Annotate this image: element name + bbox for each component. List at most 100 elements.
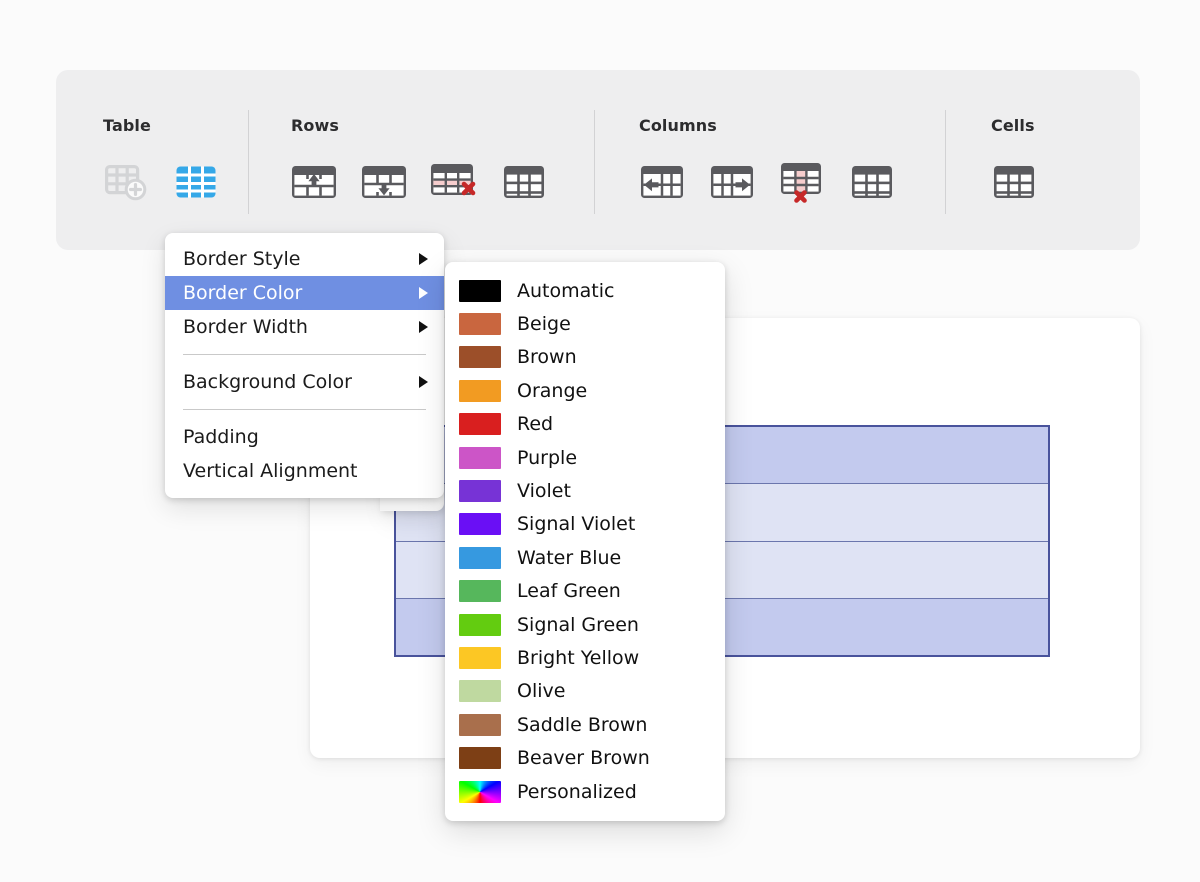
insert-column-before-button[interactable] <box>639 163 685 201</box>
color-swatch-icon <box>459 646 501 669</box>
color-item-signal-green[interactable]: Signal Green <box>445 608 725 641</box>
color-item-label: Brown <box>517 346 577 369</box>
merge-cells-icon <box>992 162 1036 202</box>
color-item-label: Purple <box>517 446 578 469</box>
color-swatch-icon <box>459 546 501 569</box>
color-item-label: Beige <box>517 313 571 336</box>
color-swatch-icon <box>459 613 501 636</box>
color-item-label: Red <box>517 413 554 436</box>
color-item-label: Beaver Brown <box>517 747 650 770</box>
color-swatch-icon <box>459 513 501 536</box>
toolbar-group-cells: Cells <box>946 70 1136 250</box>
color-item-label: Leaf Green <box>517 580 621 603</box>
insert-row-below-icon <box>360 162 408 202</box>
color-item-leaf-green[interactable]: Leaf Green <box>445 575 725 608</box>
insert-column-before-icon <box>638 162 686 202</box>
color-item-violet[interactable]: Violet <box>445 474 725 507</box>
color-item-olive[interactable]: Olive <box>445 675 725 708</box>
menu-item-background-color[interactable]: Background Color <box>165 365 444 399</box>
delete-row-icon <box>429 161 479 203</box>
color-item-purple[interactable]: Purple <box>445 441 725 474</box>
color-item-beaver-brown[interactable]: Beaver Brown <box>445 741 725 774</box>
insert-column-after-icon <box>708 162 756 202</box>
color-item-label: Violet <box>517 480 571 503</box>
insert-table-button[interactable] <box>103 163 149 201</box>
insert-column-after-button[interactable] <box>709 163 755 201</box>
color-swatch-icon <box>459 680 501 703</box>
menu-item-label: Padding <box>183 426 259 448</box>
optimize-rows-icon <box>502 162 546 202</box>
insert-row-below-button[interactable] <box>361 163 407 201</box>
color-swatch-icon <box>459 379 501 402</box>
color-item-water-blue[interactable]: Water Blue <box>445 541 725 574</box>
chevron-right-icon <box>419 287 428 299</box>
color-item-label: Olive <box>517 680 566 703</box>
toolbar-group-table: Table <box>56 70 248 250</box>
table-cell[interactable] <box>722 598 1048 655</box>
color-item-saddle-brown[interactable]: Saddle Brown <box>445 708 725 741</box>
color-item-label: Signal Green <box>517 613 639 636</box>
color-item-label: Water Blue <box>517 546 622 569</box>
insert-row-above-button[interactable] <box>291 163 337 201</box>
color-item-label: Saddle Brown <box>517 713 648 736</box>
color-swatch-icon <box>459 279 501 302</box>
color-swatch-icon <box>459 780 501 803</box>
color-item-bright-yellow[interactable]: Bright Yellow <box>445 641 725 674</box>
delete-column-button[interactable] <box>778 160 826 204</box>
toolbar-group-title: Cells <box>991 116 1035 135</box>
color-swatch-icon <box>459 747 501 770</box>
color-item-automatic[interactable]: Automatic <box>445 274 725 307</box>
optimize-columns-button[interactable] <box>849 163 895 201</box>
delete-column-icon <box>778 160 826 204</box>
menu-item-padding[interactable]: Padding <box>165 420 444 454</box>
color-item-red[interactable]: Red <box>445 408 725 441</box>
color-item-signal-violet[interactable]: Signal Violet <box>445 508 725 541</box>
menu-item-border-color[interactable]: Border Color <box>165 276 444 310</box>
color-item-label: Orange <box>517 379 588 402</box>
merge-cells-button[interactable] <box>991 163 1037 201</box>
delete-row-button[interactable] <box>431 163 477 201</box>
color-item-personalized[interactable]: Personalized <box>445 775 725 808</box>
menu-item-label: Background Color <box>183 371 352 393</box>
color-item-orange[interactable]: Orange <box>445 374 725 407</box>
color-swatch-icon <box>459 413 501 436</box>
table-toolbar: Table Rows Columns Cells <box>56 70 1140 250</box>
color-swatch-icon <box>459 313 501 336</box>
color-item-label: Signal Violet <box>517 513 636 536</box>
color-swatch-icon <box>459 446 501 469</box>
color-swatch-icon <box>459 480 501 503</box>
insert-table-icon <box>104 162 148 202</box>
chevron-right-icon <box>419 376 428 388</box>
border-color-submenu: Automatic Beige Brown Orange Red Purple … <box>445 262 725 822</box>
menu-item-border-style[interactable]: Border Style <box>165 242 444 276</box>
color-swatch-icon <box>459 346 501 369</box>
optimize-rows-button[interactable] <box>501 163 547 201</box>
color-item-label: Personalized <box>517 780 637 803</box>
toolbar-group-title: Columns <box>639 116 717 135</box>
color-swatch-icon <box>459 580 501 603</box>
menu-item-label: Border Color <box>183 282 303 304</box>
menu-item-border-width[interactable]: Border Width <box>165 310 444 344</box>
menu-divider <box>183 354 426 355</box>
color-item-label: Bright Yellow <box>517 646 640 669</box>
table-properties-icon <box>174 162 218 202</box>
color-item-beige[interactable]: Beige <box>445 307 725 340</box>
toolbar-group-columns: Columns <box>595 70 945 250</box>
color-item-label: Automatic <box>517 279 615 302</box>
color-item-brown[interactable]: Brown <box>445 341 725 374</box>
toolbar-group-title: Rows <box>291 116 340 135</box>
insert-row-above-icon <box>290 162 338 202</box>
menu-item-label: Border Width <box>183 316 308 338</box>
table-cell[interactable] <box>723 541 1048 598</box>
table-cell[interactable] <box>723 484 1048 541</box>
toolbar-group-rows: Rows <box>249 70 594 250</box>
menu-divider <box>183 409 426 410</box>
table-cell[interactable] <box>722 427 1048 484</box>
menu-item-label: Border Style <box>183 248 301 270</box>
table-context-menu: Border Style Border Color Border Width B… <box>165 233 444 498</box>
table-properties-button[interactable] <box>173 163 219 201</box>
chevron-right-icon <box>419 253 428 265</box>
menu-item-vertical-alignment[interactable]: Vertical Alignment <box>165 454 444 488</box>
chevron-right-icon <box>419 321 428 333</box>
color-swatch-icon <box>459 713 501 736</box>
